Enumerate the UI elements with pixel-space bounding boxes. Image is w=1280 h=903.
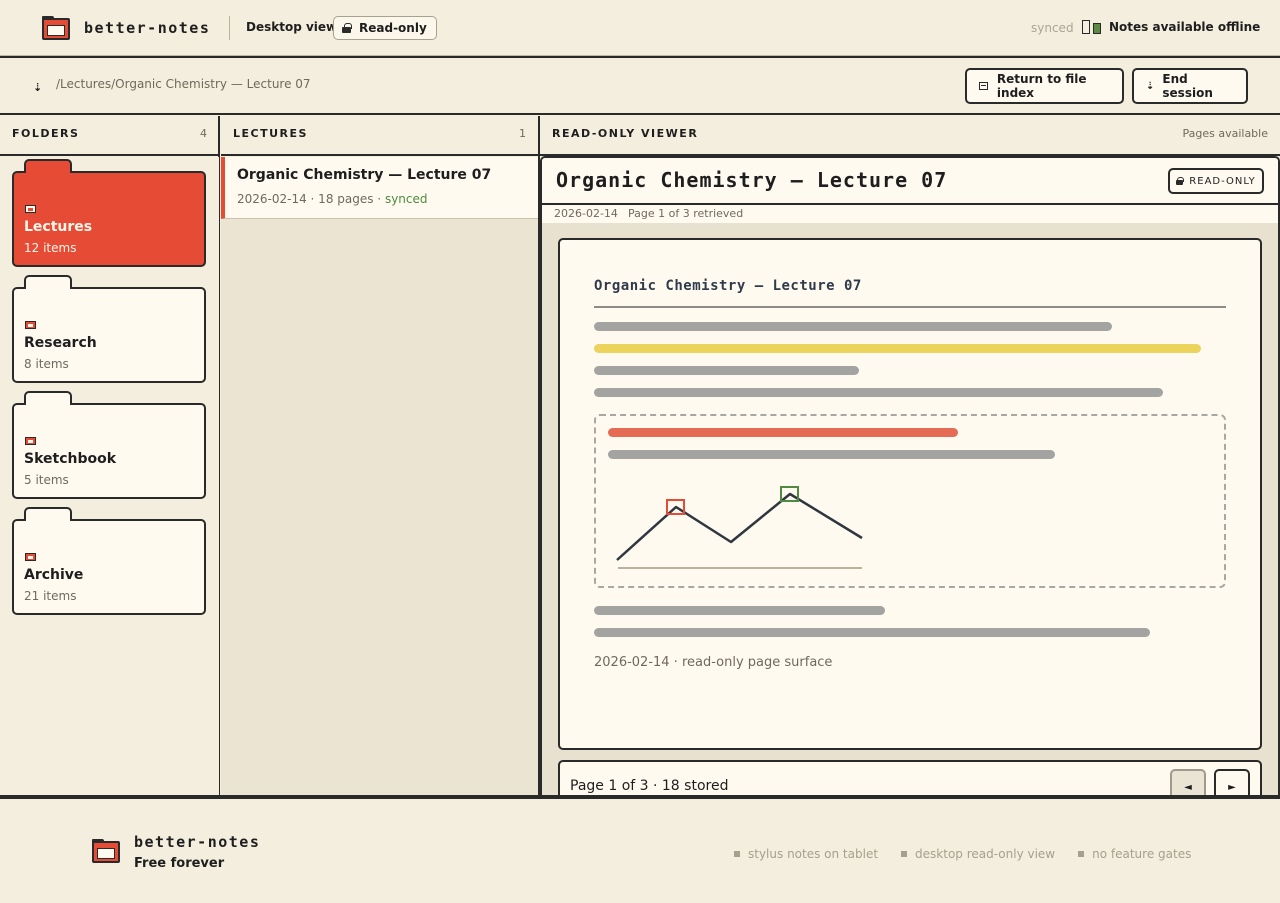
lock-icon: [1176, 177, 1185, 185]
footer-brand-name: better-notes: [134, 833, 261, 851]
document-title: Organic Chemistry – Lecture 07: [556, 168, 948, 192]
document-date: 2026-02-14: [554, 207, 618, 220]
folder-icon: [25, 205, 36, 213]
feature-item: desktop read-only view: [901, 847, 1055, 861]
brand[interactable]: better-notes: [42, 16, 210, 40]
folder-item-count: 12 items: [24, 241, 77, 255]
folders-count: 4: [200, 127, 207, 140]
lecture-title: Organic Chemistry — Lecture 07: [237, 167, 492, 183]
footer: better-notes Free forever stylus notes o…: [0, 795, 1280, 903]
brand-name: better-notes: [84, 19, 211, 37]
lecture-meta-text: 2026-02-14 · 18 pages ·: [237, 192, 385, 206]
viewer-header: READ-ONLY VIEWER Pages available: [540, 116, 1280, 156]
retrieval-status: Page 1 of 3 retrieved: [628, 207, 744, 220]
download-arrow-icon: ⇣: [33, 81, 43, 94]
offline-status-label: Notes available offline: [1109, 20, 1261, 34]
end-session-label: End session: [1162, 72, 1213, 100]
path-bar: ⇣ /Lectures/Organic Chemistry — Lecture …: [0, 59, 1280, 115]
text-line: [594, 628, 1150, 637]
folders-header-title: FOLDERS: [12, 127, 80, 140]
footer-tagline: Free forever: [134, 856, 225, 871]
pager: Page 1 of 3 · 18 stored ◄ ►: [558, 760, 1262, 795]
lectures-list: Organic Chemistry — Lecture 07 2026-02-1…: [221, 157, 538, 797]
folder-card-research[interactable]: Research 8 items: [12, 275, 206, 383]
sketch-callout: [594, 414, 1226, 588]
feature-label: desktop read-only view: [915, 847, 1056, 861]
text-line: [608, 450, 1055, 459]
sketch-drawing: [616, 486, 863, 569]
breadcrumb: /Lectures/Organic Chemistry — Lecture 07: [56, 77, 311, 91]
offline-status: Notes available offline: [1082, 20, 1260, 34]
lectures-header-title: LECTURES: [233, 127, 308, 140]
read-only-badge-label: READ-ONLY: [1189, 175, 1256, 187]
page-footer-note: 2026-02-14 · read-only page surface: [594, 655, 833, 670]
previous-page-button[interactable]: ◄: [1170, 769, 1206, 795]
folder-logo-icon: [92, 839, 120, 863]
next-arrow-icon: ►: [1228, 781, 1236, 793]
text-line: [594, 388, 1163, 397]
read-only-viewer: Organic Chemistry – Lecture 07 READ-ONLY…: [540, 156, 1280, 797]
lock-icon: [342, 23, 352, 33]
download-arrow-icon: ⇣: [1146, 80, 1155, 92]
list-item[interactable]: Organic Chemistry — Lecture 07 2026-02-1…: [221, 157, 538, 219]
end-session-button[interactable]: ⇣ End session: [1132, 68, 1248, 104]
folder-name: Research: [24, 335, 97, 351]
viewer-header-title: READ-ONLY VIEWER: [552, 127, 699, 140]
lectures-header: LECTURES 1: [221, 116, 538, 156]
folders-header: FOLDERS 4: [0, 116, 219, 156]
return-to-file-index-button[interactable]: Return to file index: [965, 68, 1124, 104]
folder-card-archive[interactable]: Archive 21 items: [12, 507, 206, 615]
sketch-curve: [616, 492, 863, 561]
feature-item: stylus notes on tablet: [734, 847, 878, 861]
folder-card-sketchbook[interactable]: Sketchbook 5 items: [12, 391, 206, 499]
pager-status: Page 1 of 3 · 18 stored: [570, 778, 729, 794]
feature-label: stylus notes on tablet: [748, 847, 879, 861]
next-page-button[interactable]: ►: [1214, 769, 1250, 795]
folders-list: Lectures 12 items Research 8 items Sketc…: [0, 157, 219, 797]
text-line: [594, 606, 885, 615]
bullet-icon: [734, 851, 740, 857]
viewer-status: Pages available: [1182, 127, 1268, 140]
return-to-file-index-label: Return to file index: [996, 72, 1087, 100]
read-only-pill: Read-only: [333, 16, 437, 40]
previous-arrow-icon: ◄: [1184, 781, 1192, 793]
lecture-meta: 2026-02-14 · 18 pages · synced: [237, 192, 428, 206]
folder-name: Lectures: [24, 219, 93, 235]
folder-card-lectures[interactable]: Lectures 12 items: [12, 159, 206, 267]
document-meta: 2026-02-14 Page 1 of 3 retrieved: [542, 205, 1278, 223]
read-only-badge: READ-ONLY: [1168, 168, 1264, 194]
folder-icon: [25, 437, 36, 445]
feature-item: no feature gates: [1078, 847, 1191, 861]
folder-name: Sketchbook: [24, 451, 117, 467]
top-bar: better-notes Desktop view Read-only sync…: [0, 0, 1280, 58]
folder-icon: [25, 553, 36, 561]
folder-logo-icon: [42, 16, 70, 40]
folder-item-count: 5 items: [24, 473, 69, 487]
page-surface[interactable]: Organic Chemistry – Lecture 07 2026-02-1…: [558, 238, 1262, 750]
folder-name: Archive: [24, 567, 84, 583]
text-line: [594, 322, 1112, 331]
bullet-icon: [1078, 851, 1085, 857]
lecture-sync-status: synced: [384, 192, 428, 206]
divider: [229, 16, 230, 40]
feature-list: stylus notes on tablet desktop read-only…: [734, 847, 1214, 861]
view-mode-label: Desktop view: [246, 20, 338, 34]
read-only-pill-label: Read-only: [359, 21, 427, 35]
lectures-count: 1: [519, 127, 526, 140]
text-line: [594, 366, 859, 375]
feature-label: no feature gates: [1092, 847, 1192, 861]
folder-item-count: 8 items: [24, 357, 69, 371]
folder-item-count: 21 items: [24, 589, 77, 603]
annotated-text-line: [608, 428, 958, 437]
bullet-icon: [901, 851, 908, 857]
highlighted-text-line: [594, 344, 1201, 353]
viewer-title-bar: Organic Chemistry – Lecture 07 READ-ONLY: [542, 158, 1278, 205]
devices-icon: [1082, 20, 1102, 34]
sync-status: synced: [1031, 21, 1074, 35]
list-icon: [979, 82, 988, 90]
title-rule: [594, 306, 1226, 308]
folder-icon: [25, 321, 36, 329]
page-title: Organic Chemistry – Lecture 07: [594, 278, 862, 294]
